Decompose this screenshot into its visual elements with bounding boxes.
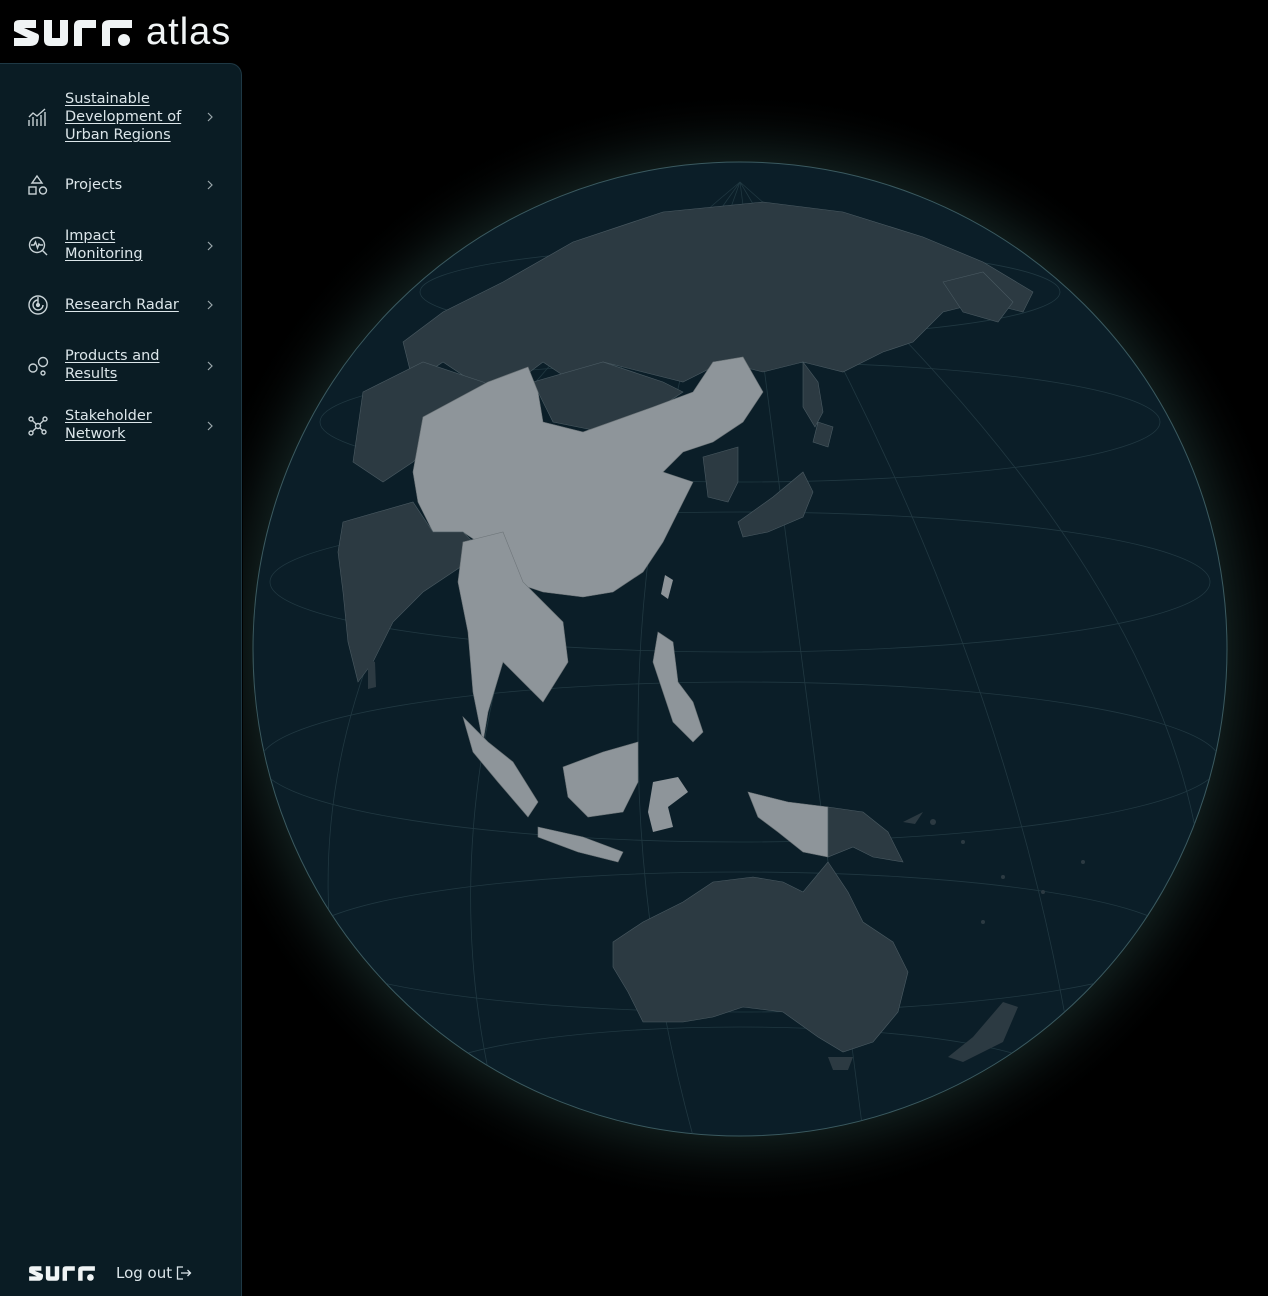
- sidebar-item-label: Stakeholder Network: [65, 408, 152, 442]
- sidebar-item-stakeholder-network[interactable]: Stakeholder Network: [0, 406, 242, 446]
- sri-lanka: [368, 659, 376, 689]
- chart-icon: [26, 105, 50, 129]
- bubbles-icon: [26, 354, 50, 378]
- surf-logo: surf: [14, 20, 132, 46]
- sidebar-item-impact-monitoring[interactable]: Impact Monitoring: [0, 226, 242, 266]
- globe[interactable]: [243, 62, 1268, 1237]
- globe-map[interactable]: [243, 62, 1268, 1237]
- network-icon: [26, 414, 50, 438]
- sidebar-item-sustainable-development[interactable]: Sustainable Development of Urban Regions: [0, 89, 242, 145]
- monitor-search-icon: [26, 234, 50, 258]
- brand-header: surf atlas: [12, 12, 231, 52]
- sidebar-item-label: Sustainable Development of Urban Regions: [65, 91, 182, 143]
- sidebar-item-label: Impact Monitoring: [65, 228, 143, 262]
- app-name: atlas: [146, 11, 232, 53]
- chevron-right-icon: [207, 361, 213, 371]
- sidebar-footer: surf Log out: [28, 1264, 192, 1282]
- surf-footer-logo: surf: [29, 1266, 95, 1281]
- logout-icon: [176, 1266, 192, 1280]
- chevron-right-icon: [207, 300, 213, 310]
- sidebar-item-label: Research Radar: [65, 297, 179, 313]
- logout-label: Log out: [116, 1264, 173, 1282]
- sidebar-item-projects[interactable]: Projects: [0, 169, 242, 201]
- sidebar: Sustainable Development of Urban Regions…: [0, 63, 242, 1296]
- sidebar-item-label: Products and Results: [65, 348, 160, 382]
- chevron-right-icon: [207, 180, 213, 190]
- chevron-right-icon: [207, 112, 213, 122]
- chevron-right-icon: [207, 241, 213, 251]
- sidebar-item-research-radar[interactable]: Research Radar: [0, 289, 242, 321]
- chevron-right-icon: [207, 421, 213, 431]
- radar-icon: [26, 293, 50, 317]
- shapes-icon: [26, 173, 50, 197]
- logout-button[interactable]: Log out: [116, 1264, 192, 1282]
- sidebar-item-label: Projects: [65, 177, 123, 193]
- sidebar-item-products-and-results[interactable]: Products and Results: [0, 346, 242, 386]
